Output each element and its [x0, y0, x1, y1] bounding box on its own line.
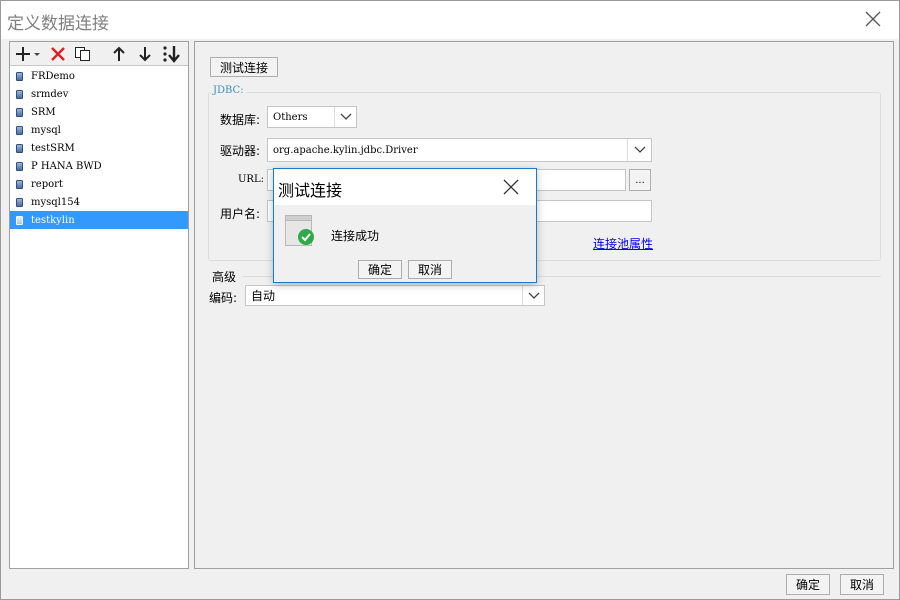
sort-icon: [163, 46, 180, 63]
ok-button[interactable]: 确定: [786, 574, 830, 595]
dialog-title: 测试连接: [278, 181, 343, 200]
chevron-down-icon[interactable]: [627, 139, 651, 161]
database-icon: [16, 215, 23, 225]
connection-settings-panel: 测试连接 JDBC: 数据库: Others 驱动器: org.apache.k…: [194, 41, 894, 569]
database-icon: [16, 107, 23, 117]
move-down-button[interactable]: [134, 44, 156, 64]
chevron-down-icon[interactable]: [522, 286, 544, 305]
driver-select[interactable]: org.apache.kylin.jdbc.Driver: [267, 138, 652, 162]
list-item-selected[interactable]: testkylin: [10, 211, 188, 229]
dialog-message: 连接成功: [331, 229, 380, 243]
copy-icon: [75, 47, 90, 61]
list-item[interactable]: FRDemo: [10, 67, 188, 85]
database-label: 数据库:: [220, 113, 261, 127]
copy-button[interactable]: [72, 44, 94, 64]
dialog-ok-button[interactable]: 确定: [358, 260, 402, 279]
title-bar: 定义数据连接: [1, 1, 899, 39]
jdbc-legend: JDBC:: [211, 85, 246, 96]
database-icon: [16, 179, 23, 189]
list-item[interactable]: srmdev: [10, 85, 188, 103]
database-icon: [16, 125, 23, 135]
url-browse-button[interactable]: ...: [629, 169, 651, 191]
encoding-select[interactable]: 自动: [245, 285, 545, 306]
list-item[interactable]: P HANA BWD: [10, 157, 188, 175]
cancel-button[interactable]: 取消: [840, 574, 884, 595]
chevron-down-icon[interactable]: [334, 107, 356, 127]
data-connection-window: 定义数据连接 FRDemo srmdev SRM mysql testSRM P…: [0, 0, 900, 600]
list-item[interactable]: testSRM: [10, 139, 188, 157]
test-connection-dialog: 测试连接 连接成功 确定 取消: [273, 168, 537, 283]
database-icon: [16, 143, 23, 153]
connection-panel: FRDemo srmdev SRM mysql testSRM P HANA B…: [9, 41, 189, 569]
list-item[interactable]: SRM: [10, 103, 188, 121]
test-connection-button[interactable]: 测试连接: [210, 57, 278, 77]
move-up-icon: [113, 46, 125, 61]
database-icon: [16, 161, 23, 171]
close-icon[interactable]: [863, 9, 883, 29]
driver-label: 驱动器:: [220, 144, 261, 158]
database-icon: [16, 71, 23, 81]
database-icon: [16, 89, 23, 99]
success-icon: [285, 215, 314, 246]
move-down-icon: [139, 47, 151, 62]
url-label: URL:: [238, 174, 264, 185]
move-up-button[interactable]: [108, 44, 130, 64]
database-icon: [16, 197, 23, 207]
encoding-label: 编码:: [209, 291, 238, 305]
list-item[interactable]: mysql: [10, 121, 188, 139]
window-title: 定义数据连接: [7, 14, 109, 34]
username-label: 用户名:: [220, 207, 261, 221]
add-icon: [16, 47, 40, 61]
dialog-title-bar: 测试连接: [274, 169, 536, 205]
connection-list: FRDemo srmdev SRM mysql testSRM P HANA B…: [10, 67, 188, 229]
add-button[interactable]: [14, 44, 42, 64]
dialog-cancel-button[interactable]: 取消: [408, 260, 452, 279]
connection-pool-link[interactable]: 连接池属性: [593, 235, 653, 252]
close-icon[interactable]: [502, 178, 520, 196]
advanced-label: 高级: [212, 270, 237, 284]
connection-toolbar: [10, 42, 188, 66]
list-item[interactable]: mysql154: [10, 193, 188, 211]
sort-button[interactable]: [160, 44, 182, 64]
list-item[interactable]: report: [10, 175, 188, 193]
delete-button[interactable]: [47, 44, 69, 64]
delete-icon: [51, 47, 65, 61]
database-select[interactable]: Others: [267, 106, 357, 128]
